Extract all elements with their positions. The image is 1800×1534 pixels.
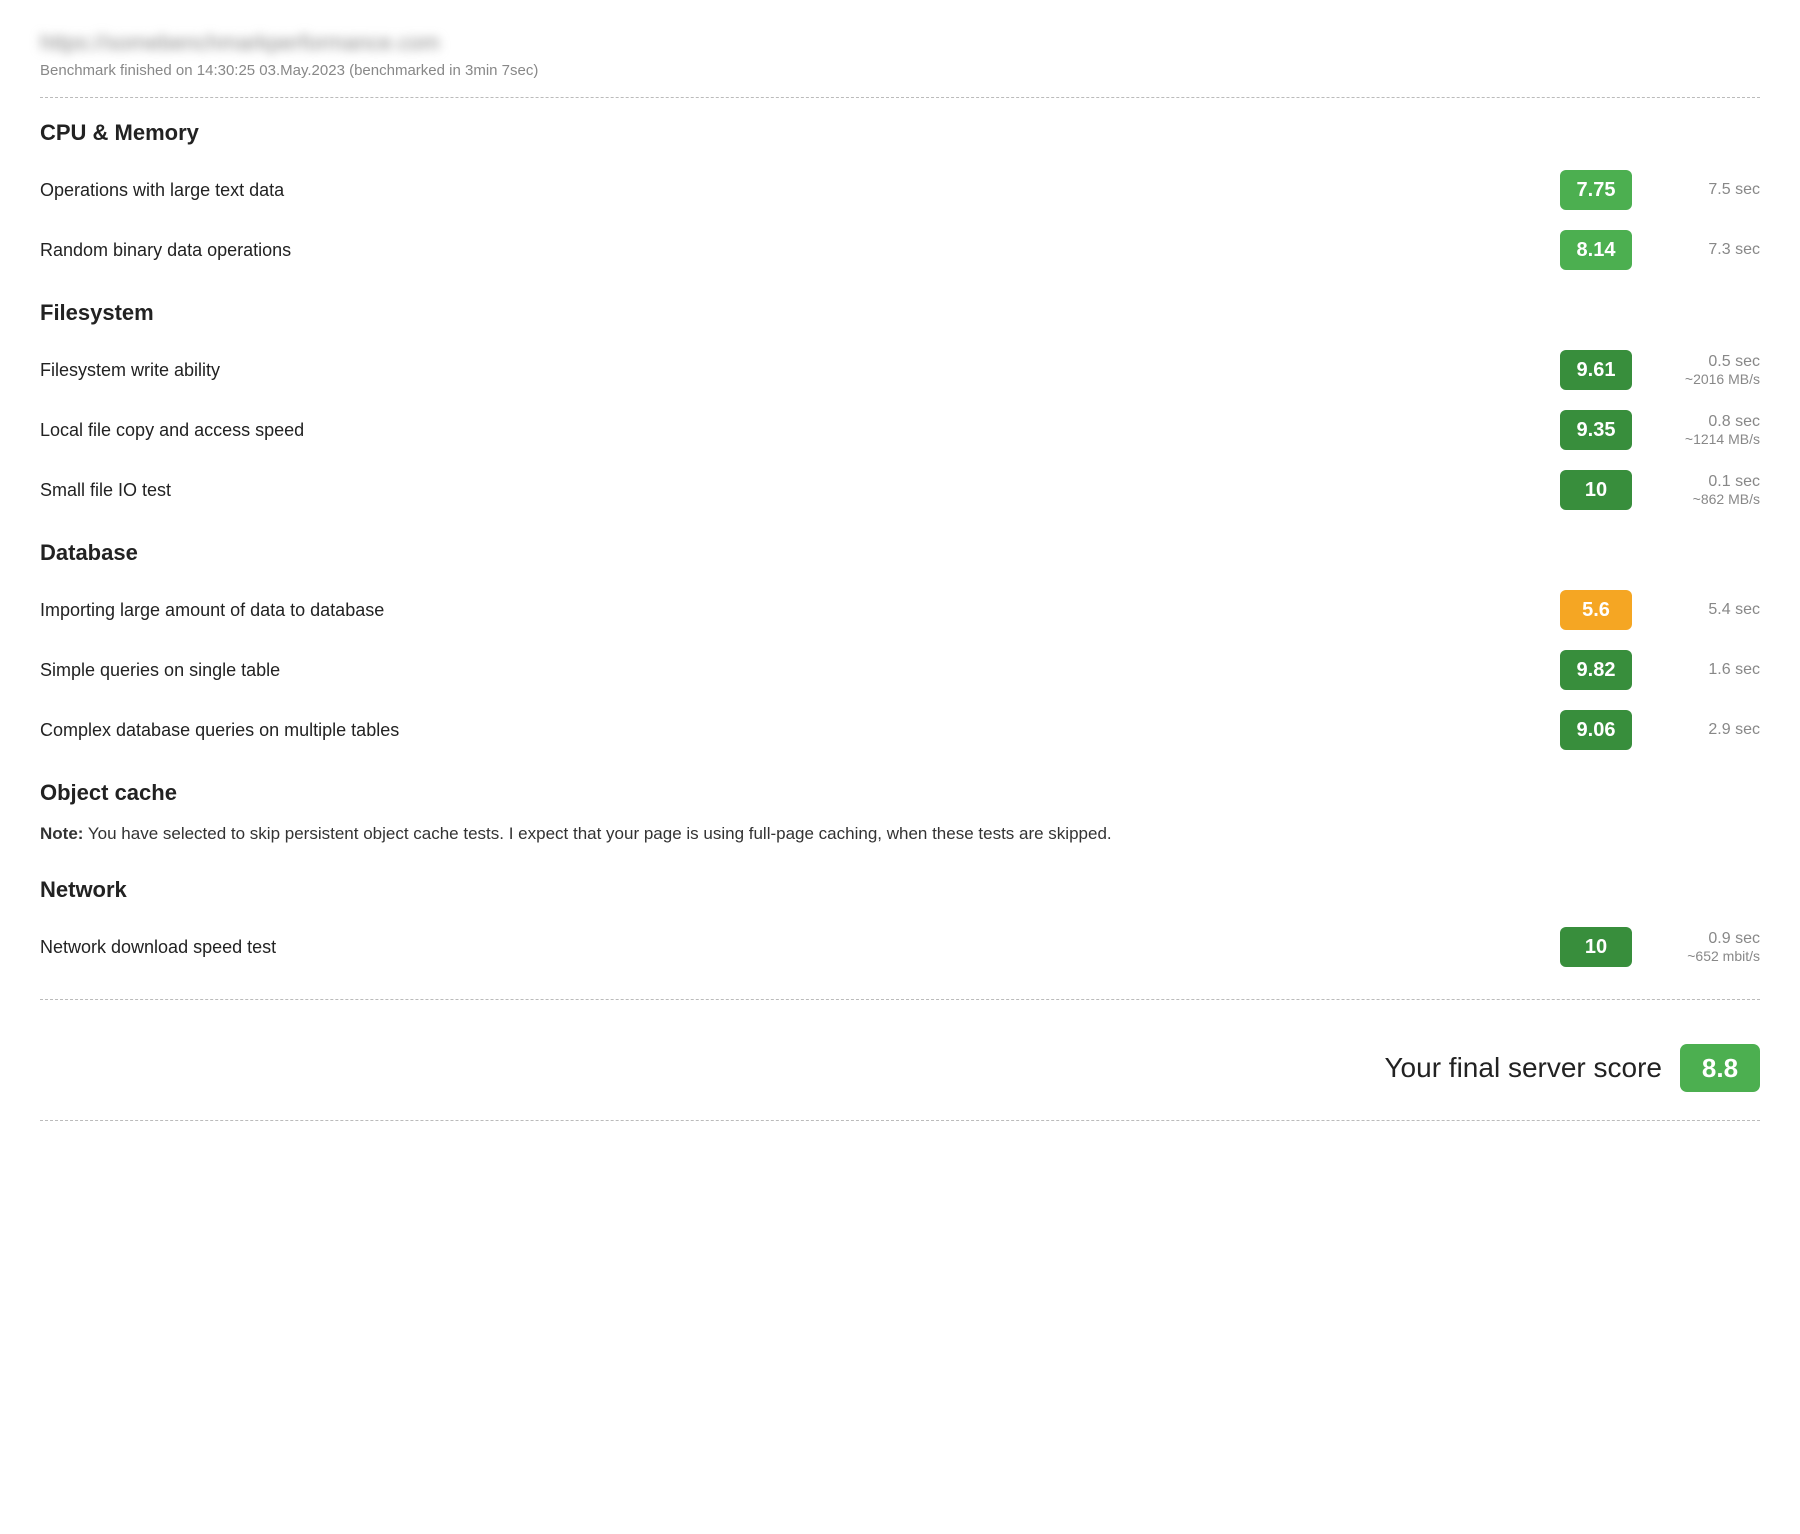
time-value: 7.3 sec xyxy=(1708,241,1760,259)
benchmark-label: Filesystem write ability xyxy=(40,360,1560,381)
url-display: https://somebenchmarkperformance.com xyxy=(40,30,1760,56)
benchmark-row: Random binary data operations8.14 7.3 sec xyxy=(40,220,1760,280)
benchmark-label: Random binary data operations xyxy=(40,240,1560,261)
top-divider xyxy=(40,97,1760,98)
time-value: 0.5 sec xyxy=(1708,353,1760,371)
benchmark-label: Network download speed test xyxy=(40,937,1560,958)
score-badge: 8.14 xyxy=(1560,230,1632,270)
meta-values: 0.8 sec~1214 MB/s xyxy=(1650,413,1760,447)
benchmark-row: Network download speed test10 0.9 sec~652… xyxy=(40,917,1760,977)
time-value: 7.5 sec xyxy=(1708,181,1760,199)
time-value: 0.1 sec xyxy=(1708,473,1760,491)
benchmark-row: Operations with large text data7.75 7.5 s… xyxy=(40,160,1760,220)
meta-values: 0.5 sec~2016 MB/s xyxy=(1650,353,1760,387)
meta-values: 0.1 sec~862 MB/s xyxy=(1650,473,1760,507)
benchmark-label: Local file copy and access speed xyxy=(40,420,1560,441)
meta-values: 0.9 sec~652 mbit/s xyxy=(1650,930,1760,964)
benchmark-meta: Benchmark finished on 14:30:25 03.May.20… xyxy=(40,62,1760,79)
benchmark-row: Local file copy and access speed9.35 0.8 … xyxy=(40,400,1760,460)
benchmark-label: Simple queries on single table xyxy=(40,660,1560,681)
bottom-divider-2 xyxy=(40,1120,1760,1121)
score-badge: 9.61 xyxy=(1560,350,1632,390)
speed-value: ~2016 MB/s xyxy=(1685,371,1760,387)
benchmark-row: Complex database queries on multiple tab… xyxy=(40,700,1760,760)
score-badge: 9.82 xyxy=(1560,650,1632,690)
speed-value: ~1214 MB/s xyxy=(1685,431,1760,447)
score-badge: 7.75 xyxy=(1560,170,1632,210)
time-value: 0.8 sec xyxy=(1708,413,1760,431)
meta-values: 2.9 sec xyxy=(1650,721,1760,739)
meta-values: 5.4 sec xyxy=(1650,601,1760,619)
final-score-badge: 8.8 xyxy=(1680,1044,1760,1092)
meta-values: 7.3 sec xyxy=(1650,241,1760,259)
final-score-label: Your final server score xyxy=(1384,1052,1662,1084)
meta-values: 7.5 sec xyxy=(1650,181,1760,199)
meta-values: 1.6 sec xyxy=(1650,661,1760,679)
benchmark-label: Complex database queries on multiple tab… xyxy=(40,720,1560,741)
benchmark-row: Small file IO test10 0.1 sec~862 MB/s xyxy=(40,460,1760,520)
benchmark-row: Filesystem write ability9.61 0.5 sec~2016… xyxy=(40,340,1760,400)
time-value: 1.6 sec xyxy=(1708,661,1760,679)
bottom-divider-1 xyxy=(40,999,1760,1000)
section-title-filesystem: Filesystem xyxy=(40,300,1760,326)
final-score-row: Your final server score 8.8 xyxy=(40,1022,1760,1108)
benchmark-row: Importing large amount of data to databa… xyxy=(40,580,1760,640)
object-cache-note: Note: You have selected to skip persiste… xyxy=(40,820,1760,847)
score-badge: 10 xyxy=(1560,927,1632,967)
time-value: 5.4 sec xyxy=(1708,601,1760,619)
time-value: 0.9 sec xyxy=(1708,930,1760,948)
benchmark-label: Operations with large text data xyxy=(40,180,1560,201)
time-value: 2.9 sec xyxy=(1708,721,1760,739)
section-title-cpu-memory: CPU & Memory xyxy=(40,120,1760,146)
benchmark-label: Importing large amount of data to databa… xyxy=(40,600,1560,621)
speed-value: ~862 MB/s xyxy=(1693,491,1760,507)
benchmark-row: Simple queries on single table9.82 1.6 se… xyxy=(40,640,1760,700)
section-title-object-cache: Object cache xyxy=(40,780,1760,806)
benchmark-label: Small file IO test xyxy=(40,480,1560,501)
score-badge: 10 xyxy=(1560,470,1632,510)
section-title-database: Database xyxy=(40,540,1760,566)
score-badge: 9.06 xyxy=(1560,710,1632,750)
score-badge: 5.6 xyxy=(1560,590,1632,630)
section-title-network: Network xyxy=(40,877,1760,903)
speed-value: ~652 mbit/s xyxy=(1687,948,1760,964)
score-badge: 9.35 xyxy=(1560,410,1632,450)
